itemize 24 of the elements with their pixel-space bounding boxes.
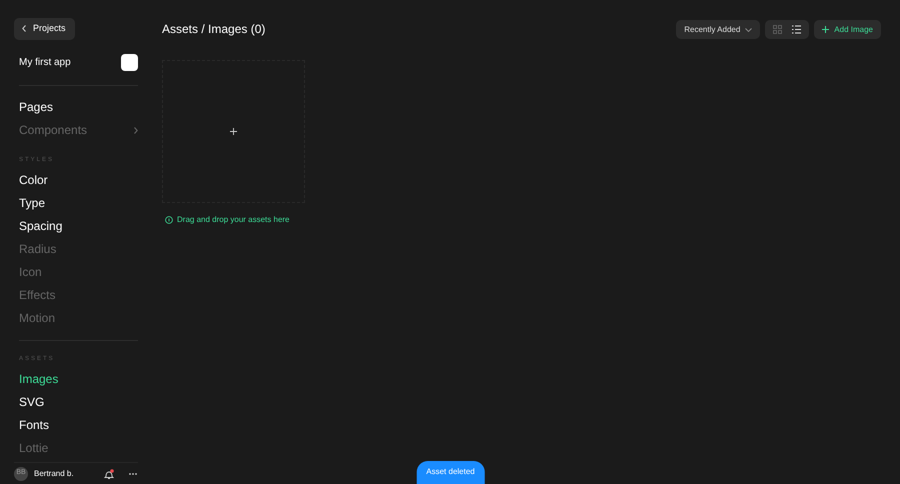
sort-dropdown[interactable]: Recently Added (676, 20, 760, 39)
grid-icon (773, 25, 782, 34)
project-thumbnail (121, 54, 138, 70)
chevron-left-icon (22, 25, 26, 32)
chevron-right-icon (134, 126, 138, 134)
project-name: My first app (19, 56, 71, 70)
projects-back-button[interactable]: Projects (14, 18, 75, 40)
sidebar-item[interactable]: Images (19, 368, 138, 390)
sidebar-item[interactable]: SVG (19, 390, 138, 414)
plus-icon (822, 26, 830, 33)
sidebar-item[interactable]: Spacing (19, 214, 138, 238)
sidebar-item[interactable]: Color (19, 168, 138, 192)
list-icon (792, 25, 802, 34)
plus-icon (230, 128, 237, 135)
chevron-down-icon (745, 28, 752, 32)
toast: Asset deleted (416, 461, 485, 484)
sidebar-item[interactable]: Type (19, 192, 138, 214)
page-title: Assets / Images (0) (162, 22, 266, 37)
info-icon (165, 216, 173, 224)
user-name: Bertrand b. (34, 468, 75, 480)
sidebar-item[interactable]: Fonts (19, 414, 138, 436)
add-image-button[interactable]: Add Image (814, 20, 881, 39)
sidebar-item[interactable]: Pages (19, 96, 138, 118)
drop-hint: Drag and drop your assets here (177, 214, 290, 226)
